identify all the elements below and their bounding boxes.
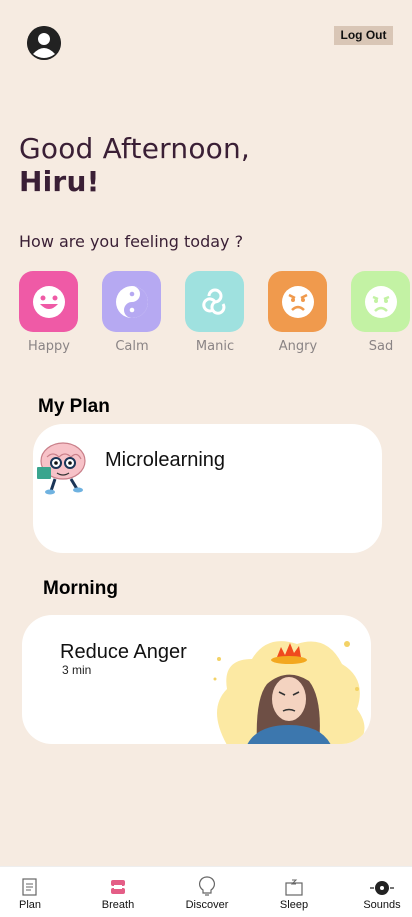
angry-woman-illustration [207,629,371,744]
duration-text: 3 min [62,663,92,677]
nav-discover[interactable]: Discover [177,867,237,911]
breath-icon [88,867,148,897]
happy-face-icon [19,271,78,332]
nav-breath[interactable]: Breath [88,867,148,911]
mood-label: Angry [278,339,318,354]
microlearning-card[interactable]: Microlearning [33,424,382,553]
mood-selector: Happy Calm Manic Angry Sad [19,271,412,361]
nav-sleep[interactable]: Sleep [264,867,324,911]
nav-label: Discover [185,899,229,911]
nav-label: Sounds [363,899,401,911]
brain-mascot-icon [33,439,93,500]
nav-label: Breath [101,899,135,911]
mood-calm[interactable]: Calm [102,271,162,354]
mood-manic[interactable]: Manic [185,271,245,354]
mood-label: Manic [195,339,235,354]
reduce-anger-card[interactable]: Reduce Anger 3 min [22,615,371,744]
nav-label: Plan [18,899,42,911]
greeting: Good Afternoon, Hiru! [19,132,250,198]
logout-button[interactable]: Log Out [334,26,393,45]
my-plan-heading: My Plan [38,396,110,417]
nav-label: Sleep [279,899,309,911]
sounds-icon [352,867,412,897]
feeling-question: How are you feeling today ? [19,232,244,251]
greeting-text: Good Afternoon, [19,132,251,165]
morning-heading: Morning [43,578,118,599]
mood-happy[interactable]: Happy [19,271,79,354]
discover-icon [177,867,237,897]
mood-label: Happy [28,339,70,354]
mood-label: Calm [115,339,149,354]
sad-face-icon [351,271,410,332]
triskelion-icon [185,271,244,332]
mood-label: Sad [368,339,394,354]
angry-face-icon [268,271,327,332]
user-name: Hiru! [19,165,100,198]
yin-yang-icon [102,271,161,332]
reduce-anger-title: Reduce Anger [60,641,187,663]
nav-plan[interactable]: Plan [0,867,60,911]
mood-sad[interactable]: Sad [351,271,411,354]
sleep-icon [264,867,324,897]
profile-avatar-icon[interactable] [27,26,61,60]
bottom-navigation: Plan Breath Discover Sleep Sounds [0,866,412,917]
nav-sounds[interactable]: Sounds [352,867,412,911]
microlearning-title: Microlearning [105,449,226,471]
mood-angry[interactable]: Angry [268,271,328,354]
plan-icon [0,867,60,897]
